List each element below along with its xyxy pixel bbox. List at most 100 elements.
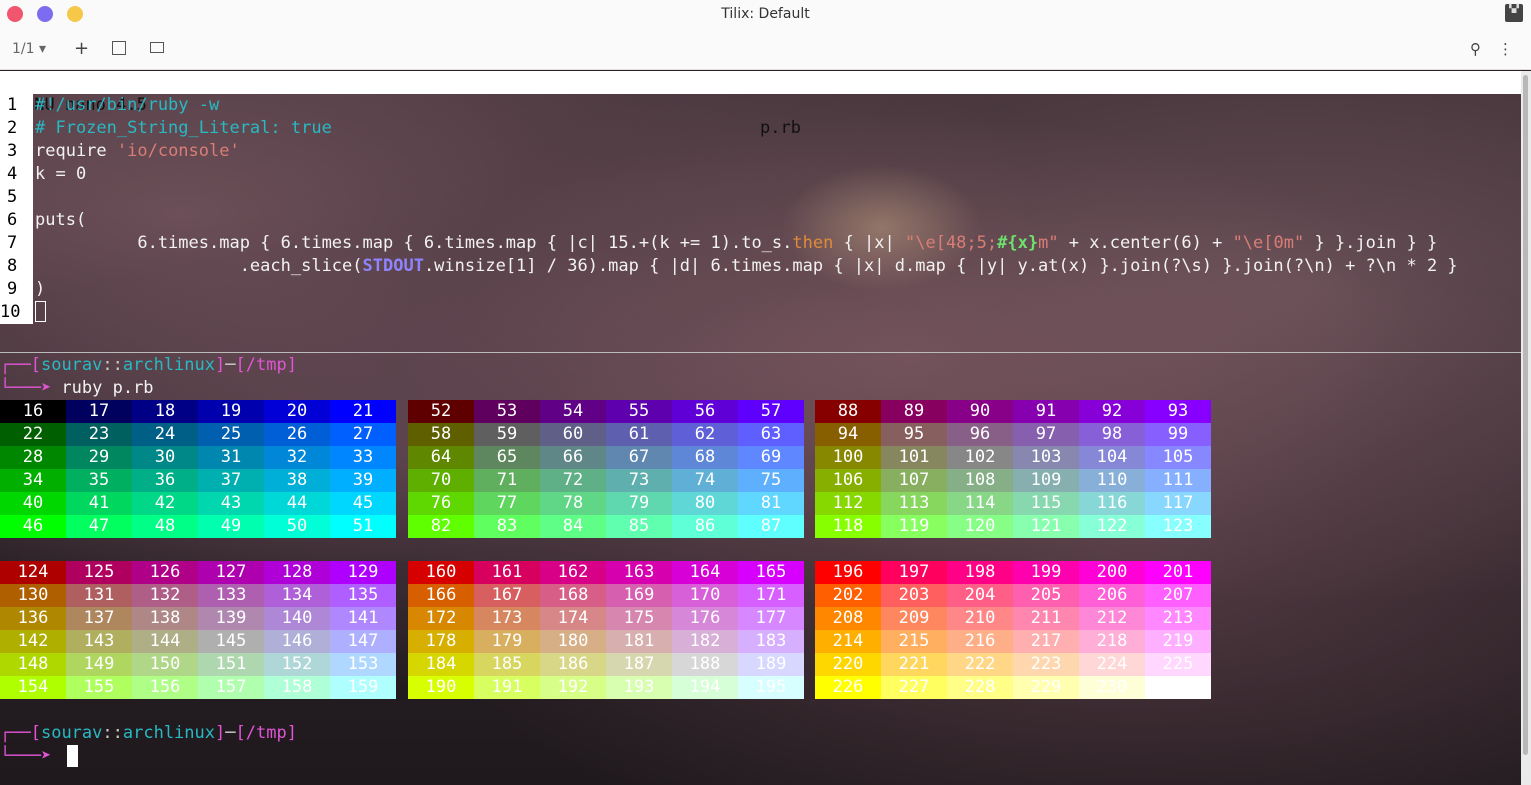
prompt-path: /tmp xyxy=(245,723,287,743)
color-cell: 194 xyxy=(672,676,738,699)
color-cell: 155 xyxy=(66,676,132,699)
color-cell: 111 xyxy=(1145,469,1211,492)
color-cell: 188 xyxy=(672,653,738,676)
color-cell: 130 xyxy=(0,584,66,607)
color-cell: 204 xyxy=(947,584,1013,607)
color-cell: 195 xyxy=(738,676,804,699)
color-cell: 45 xyxy=(330,492,396,515)
color-cell: 64 xyxy=(408,446,474,469)
add-terminal-button[interactable]: + xyxy=(74,39,89,59)
color-cell: 165 xyxy=(738,561,804,584)
color-cell: 154 xyxy=(0,676,66,699)
color-cell: 16 xyxy=(0,400,66,423)
color-cell: 83 xyxy=(474,515,540,538)
color-cell: 42 xyxy=(132,492,198,515)
nano-filename: p.rb xyxy=(760,118,801,138)
session-selector[interactable]: 1/1 ▾ xyxy=(12,39,46,59)
color-cell: 97 xyxy=(1013,423,1079,446)
color-cell: 59 xyxy=(474,423,540,446)
color-cell: 100 xyxy=(815,446,881,469)
color-cell: 180 xyxy=(540,630,606,653)
color-cell: 213 xyxy=(1145,607,1211,630)
color-cell: 226 xyxy=(815,676,881,699)
color-cell: 49 xyxy=(198,515,264,538)
color-cell: 68 xyxy=(672,446,738,469)
color-cell: 20 xyxy=(264,400,330,423)
color-cell: 18 xyxy=(132,400,198,423)
color-cell: 191 xyxy=(474,676,540,699)
prompt-host: archlinux xyxy=(122,355,215,375)
color-cell: 219 xyxy=(1145,630,1211,653)
color-cell: 163 xyxy=(606,561,672,584)
scrollbar[interactable] xyxy=(1521,71,1531,785)
color-cell: 148 xyxy=(0,653,66,676)
split-right-icon[interactable] xyxy=(112,41,126,55)
prompt-path: /tmp xyxy=(245,355,287,375)
color-cell: 19 xyxy=(198,400,264,423)
line-number: 7 xyxy=(0,232,33,255)
color-cell: 31 xyxy=(198,446,264,469)
color-cell: 162 xyxy=(540,561,606,584)
color-cell: 203 xyxy=(881,584,947,607)
color-cell: 91 xyxy=(1013,400,1079,423)
color-cell: 90 xyxy=(947,400,1013,423)
scrollbar-thumb[interactable] xyxy=(1523,75,1528,755)
color-cell: 216 xyxy=(947,630,1013,653)
color-cell: 201 xyxy=(1145,561,1211,584)
color-cell: 164 xyxy=(672,561,738,584)
color-cell: 80 xyxy=(672,492,738,515)
color-cell: 110 xyxy=(1079,469,1145,492)
color-cell: 22 xyxy=(0,423,66,446)
color-cell: 152 xyxy=(264,653,330,676)
color-cell: 223 xyxy=(1013,653,1079,676)
color-cell: 156 xyxy=(132,676,198,699)
color-cell: 175 xyxy=(606,607,672,630)
color-cell: 125 xyxy=(66,561,132,584)
color-cell: 96 xyxy=(947,423,1013,446)
menu-icon[interactable]: ⋮ xyxy=(1498,39,1513,59)
color-cell: 38 xyxy=(264,469,330,492)
color-cell: 138 xyxy=(132,607,198,630)
color-cell: 118 xyxy=(815,515,881,538)
split-down-icon[interactable] xyxy=(150,42,164,53)
color-cell: 177 xyxy=(738,607,804,630)
color-cell: 43 xyxy=(198,492,264,515)
color-cell: 66 xyxy=(540,446,606,469)
color-cell: 48 xyxy=(132,515,198,538)
color-cell: 28 xyxy=(0,446,66,469)
color-cell: 36 xyxy=(132,469,198,492)
color-cell: 103 xyxy=(1013,446,1079,469)
code-line: 6.times.map { 6.times.map { 6.times.map … xyxy=(35,233,1438,253)
color-cell: 102 xyxy=(947,446,1013,469)
color-cell: 230 xyxy=(1079,676,1145,699)
color-cell: 54 xyxy=(540,400,606,423)
color-cell: 210 xyxy=(947,607,1013,630)
code-line: k = 0 xyxy=(35,164,87,184)
color-cell: 160 xyxy=(408,561,474,584)
color-cell: 181 xyxy=(606,630,672,653)
color-cell: 44 xyxy=(264,492,330,515)
color-cell: 74 xyxy=(672,469,738,492)
color-cell: 205 xyxy=(1013,584,1079,607)
color-cell: 157 xyxy=(198,676,264,699)
color-cell: 198 xyxy=(947,561,1013,584)
color-cell: 185 xyxy=(474,653,540,676)
color-cell: 82 xyxy=(408,515,474,538)
color-cell: 69 xyxy=(738,446,804,469)
terminal-pane[interactable]: GNU nano 4.5 p.rb 1 2 3 4 5 6 7 8 9 10 #… xyxy=(0,71,1521,785)
nano-header: GNU nano 4.5 p.rb xyxy=(0,71,1521,138)
color-cell: 86 xyxy=(672,515,738,538)
shell-input-line[interactable]: └───➤ xyxy=(0,745,51,768)
color-cell: 40 xyxy=(0,492,66,515)
search-icon[interactable]: ⚲ xyxy=(1470,39,1481,59)
color-cell: 169 xyxy=(606,584,672,607)
color-cell: 53 xyxy=(474,400,540,423)
color-cell: 116 xyxy=(1079,492,1145,515)
color-cell: 61 xyxy=(606,423,672,446)
color-cell: 29 xyxy=(66,446,132,469)
prompt-user: sourav xyxy=(40,723,103,743)
terminal-cursor xyxy=(67,745,78,767)
color-cell: 131 xyxy=(66,584,132,607)
color-cell: 115 xyxy=(1013,492,1079,515)
color-cell: 136 xyxy=(0,607,66,630)
